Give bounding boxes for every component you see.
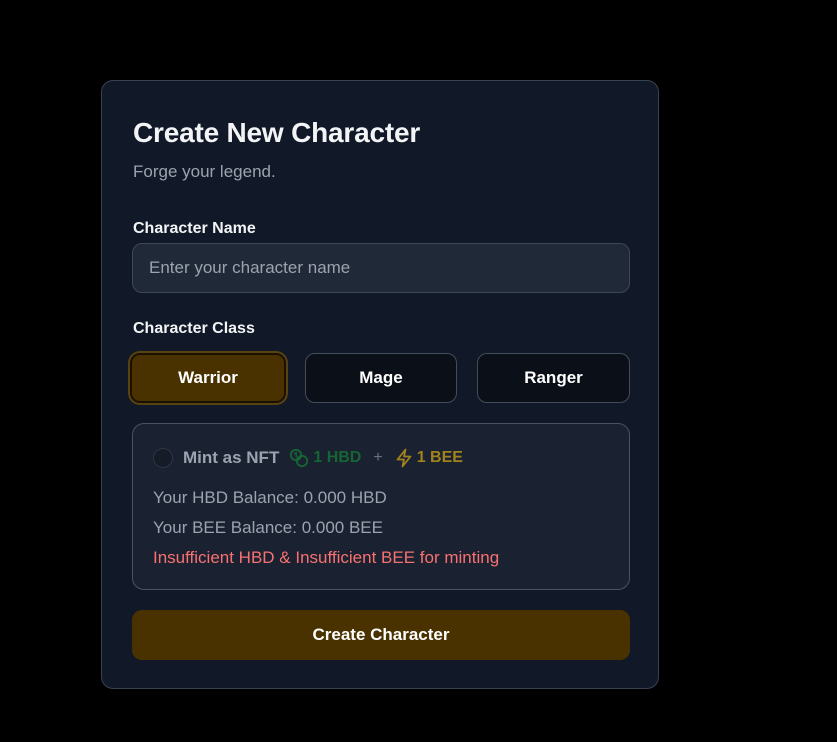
character-class-label: Character Class	[133, 320, 255, 337]
character-name-input[interactable]	[132, 243, 630, 293]
mint-nft-checkbox[interactable]	[153, 448, 173, 468]
class-option-warrior[interactable]: Warrior	[130, 353, 286, 403]
hbd-cost: 1 HBD	[313, 449, 362, 466]
form-subtitle: Forge your legend.	[133, 162, 276, 181]
bee-balance: Your BEE Balance: 0.000 BEE	[153, 518, 383, 537]
character-name-label: Character Name	[133, 220, 256, 237]
mint-nft-label[interactable]: Mint as NFT	[183, 448, 279, 468]
plus-sign: +	[373, 449, 383, 466]
bee-cost: 1 BEE	[416, 449, 463, 466]
insufficient-funds-warning: Insufficient HBD & Insufficient BEE for …	[153, 548, 500, 567]
lightning-bolt-icon	[396, 448, 412, 468]
create-character-card: Create New Character Forge your legend. …	[101, 80, 659, 689]
class-option-mage[interactable]: Mage	[305, 353, 457, 403]
create-character-button[interactable]: Create Character	[132, 610, 630, 660]
hbd-balance: Your HBD Balance: 0.000 HBD	[153, 488, 387, 507]
class-option-ranger[interactable]: Ranger	[477, 353, 630, 403]
nft-options-panel: Mint as NFT 1 HBD + 1 BEE Your HBD Balan…	[132, 423, 630, 590]
form-title: Create New Character	[133, 117, 421, 148]
coins-icon	[290, 448, 309, 468]
mint-nft-row: Mint as NFT 1 HBD + 1 BEE	[183, 447, 463, 469]
